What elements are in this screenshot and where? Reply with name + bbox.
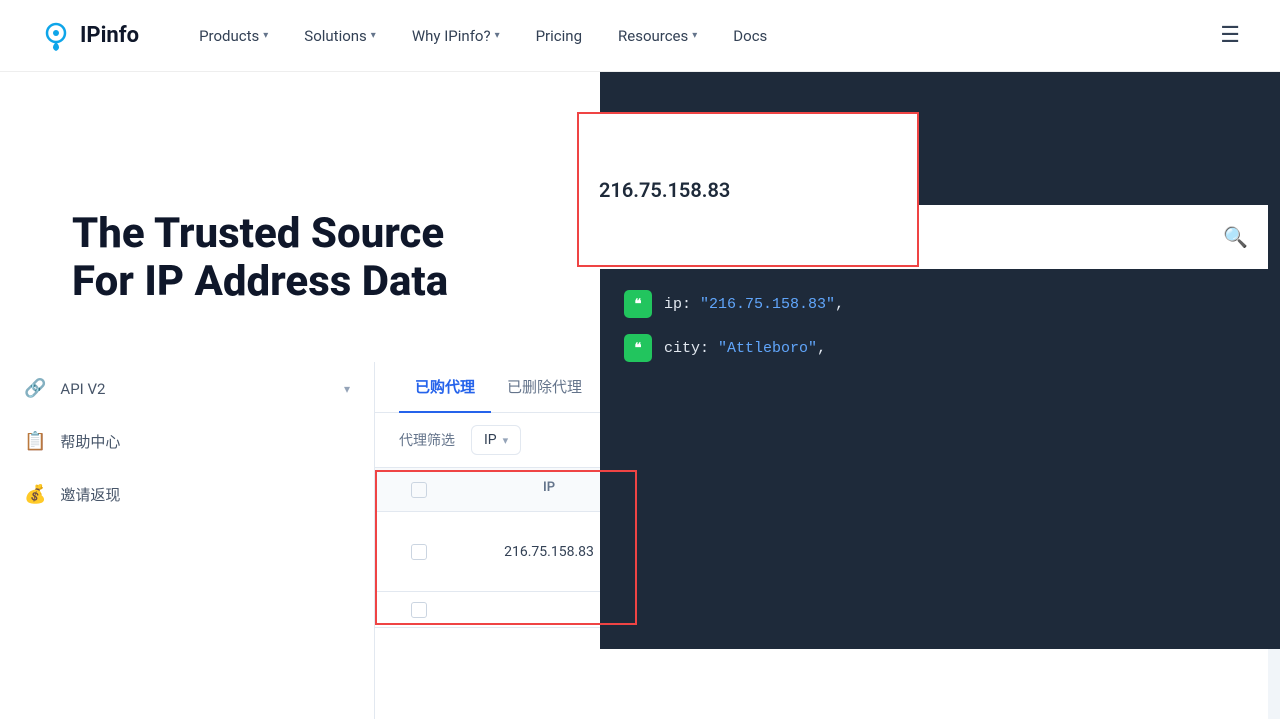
navbar: IPinfo Products ▾ Solutions ▾ Why IPinfo… [0, 0, 1280, 72]
help-icon: 📋 [24, 431, 46, 452]
chevron-down-icon: ▾ [692, 30, 697, 41]
json-line-ip: ❝ ip: "216.75.158.83", [624, 290, 1244, 318]
json-results: ❝ ip: "216.75.158.83", ❝ city: "Attlebor… [600, 270, 1268, 649]
sidebar-item-help[interactable]: 📋 帮助中心 [0, 415, 374, 468]
nav-items: Products ▾ Solutions ▾ Why IPinfo? ▾ Pri… [199, 27, 767, 45]
remark-check-space [399, 602, 439, 618]
filter-label: 代理筛选 [399, 430, 455, 450]
chevron-down-icon: ▾ [371, 30, 376, 41]
logo-icon [40, 20, 72, 52]
nav-solutions[interactable]: Solutions ▾ [304, 27, 376, 45]
sidebar-item-apiv2[interactable]: 🔗 API V2 ▾ [0, 362, 374, 415]
chevron-down-icon: ▾ [344, 382, 350, 396]
quote-badge-1: ❝ [624, 290, 652, 318]
nav-whyipinfo[interactable]: Why IPinfo? ▾ [412, 27, 500, 45]
td-checkbox[interactable] [399, 544, 439, 560]
quote-badge-2: ❝ [624, 334, 652, 362]
chevron-down-icon: ▾ [503, 434, 509, 447]
nav-products[interactable]: Products ▾ [199, 27, 268, 45]
header-checkbox[interactable] [411, 482, 427, 498]
hamburger-menu[interactable]: ☰ [1220, 23, 1240, 48]
nav-docs[interactable]: Docs [733, 27, 767, 45]
search-box-highlighted: 216.75.158.83 [577, 112, 919, 267]
filter-select[interactable]: IP ▾ [471, 425, 521, 455]
th-checkbox [399, 468, 439, 511]
referral-icon: 💰 [24, 484, 46, 505]
search-box-inner[interactable]: 216.75.158.83 [579, 162, 917, 218]
api-icon: 🔗 [24, 378, 46, 399]
sidebar-item-label-referral: 邀请返现 [60, 484, 120, 505]
sidebar-item-label-help: 帮助中心 [60, 431, 120, 452]
tab-deleted[interactable]: 已删除代理 [491, 362, 598, 413]
logo[interactable]: IPinfo [40, 20, 139, 52]
filter-select-value: IP [484, 432, 497, 448]
sidebar-item-referral[interactable]: 💰 邀请返现 [0, 468, 374, 521]
chevron-down-icon: ▾ [263, 30, 268, 41]
tab-purchased[interactable]: 已购代理 [399, 362, 491, 413]
search-icon[interactable]: 🔍 [1223, 225, 1248, 249]
json-ip-text: ip: "216.75.158.83", [664, 296, 844, 313]
sidebar-item-label-apiv2: API V2 [60, 380, 105, 398]
chevron-down-icon: ▾ [495, 30, 500, 41]
json-city-text: city: "Attleboro", [664, 340, 826, 357]
search-box-ip: 216.75.158.83 [599, 178, 897, 202]
remark-checkbox[interactable] [411, 602, 427, 618]
hero-title: The Trusted Source For IP Address Data [72, 210, 448, 307]
logo-text: IPinfo [80, 23, 139, 48]
json-line-city: ❝ city: "Attleboro", [624, 334, 1244, 362]
sidebar: 🔗 API V2 ▾ 📋 帮助中心 💰 邀请返现 [0, 362, 375, 719]
row-checkbox[interactable] [411, 544, 427, 560]
hero-text: The Trusted Source For IP Address Data [72, 210, 448, 307]
nav-resources[interactable]: Resources ▾ [618, 27, 697, 45]
nav-pricing[interactable]: Pricing [536, 27, 582, 45]
